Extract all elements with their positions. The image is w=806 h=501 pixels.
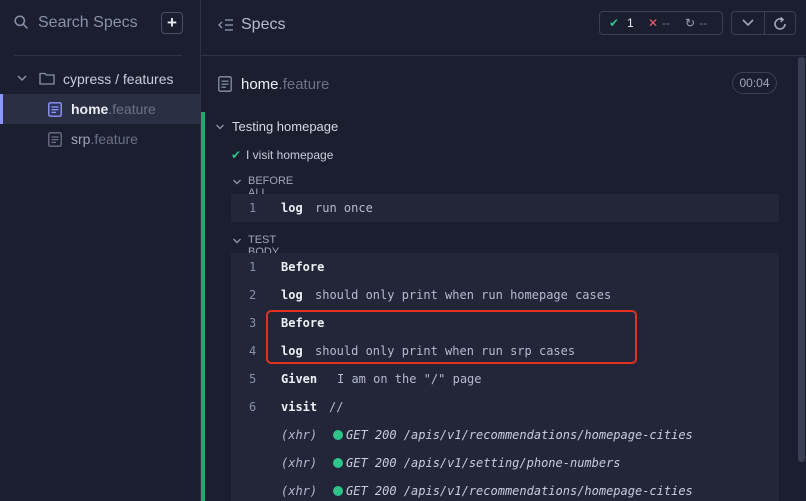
- status-dot-icon: [333, 458, 343, 468]
- folder-icon: [39, 72, 55, 85]
- command-row[interactable]: 5 Given I am on the "/" page: [231, 365, 779, 393]
- test-title[interactable]: I visit homepage: [246, 148, 333, 162]
- failed-count: --: [662, 16, 670, 30]
- sidebar-divider: [14, 55, 182, 56]
- command-name: log: [281, 201, 303, 215]
- command-number: 5: [249, 372, 257, 386]
- before-all-commands: 1 log run once: [231, 194, 779, 222]
- search-input[interactable]: [38, 12, 148, 34]
- command-number: 4: [249, 344, 257, 358]
- command-message: should only print when run homepage case…: [315, 288, 612, 302]
- add-spec-button[interactable]: +: [161, 12, 183, 34]
- spec-file-name: home.feature: [241, 76, 330, 93]
- command-number: 1: [249, 260, 257, 274]
- command-number: 6: [249, 400, 257, 414]
- pass-icon: ✔: [609, 16, 620, 30]
- command-number: 3: [249, 316, 257, 330]
- test-suite: Testing homepage ✔ I visit homepage BEFO…: [201, 112, 796, 501]
- reporter-header: Specs ✔ 1 ✕ -- ↻ --: [201, 0, 806, 56]
- control-divider: [764, 12, 765, 34]
- sidebar-spec-home[interactable]: home.feature: [0, 94, 200, 124]
- status-dot-icon: [333, 430, 343, 440]
- xhr-row[interactable]: (xhr) GET 200 /apis/v1/setting/phone-num…: [231, 449, 779, 477]
- command-message: I am on the "/" page: [337, 372, 482, 386]
- xhr-message: GET 200 /apis/v1/setting/phone-numbers: [346, 456, 621, 470]
- check-icon: ✔: [231, 148, 242, 162]
- passed-count: 1: [627, 16, 634, 30]
- search-icon: [14, 15, 28, 29]
- search-bar: +: [0, 0, 200, 48]
- document-icon: [48, 132, 62, 147]
- highlight-annotation: [266, 310, 637, 364]
- command-message: run once: [315, 201, 373, 215]
- page-title[interactable]: Specs: [241, 16, 285, 34]
- run-controls: [731, 11, 796, 35]
- suite-status-bar: [201, 112, 205, 501]
- xhr-row[interactable]: (xhr) GET 200 /apis/v1/recommendations/h…: [231, 421, 779, 449]
- sidebar-spec-srp[interactable]: srp.feature: [0, 124, 200, 154]
- folder-label: cypress / features: [63, 71, 174, 87]
- status-dot-icon: [333, 486, 343, 496]
- command-row[interactable]: 1 Before: [231, 253, 779, 281]
- chevron-down-icon: [233, 179, 241, 185]
- run-duration: 00:04: [732, 72, 777, 94]
- document-icon: [48, 102, 62, 117]
- reporter-panel: Specs ✔ 1 ✕ -- ↻ -- home.feature 00:04 T…: [201, 0, 806, 501]
- xhr-message: GET 200 /apis/v1/recommendations/homepag…: [346, 428, 693, 442]
- command-message: //: [329, 400, 344, 414]
- collapse-list-icon[interactable]: [218, 18, 234, 32]
- spec-filename: srp.feature: [71, 131, 138, 147]
- fail-icon: ✕: [648, 16, 659, 30]
- spec-filename: home.feature: [71, 101, 156, 117]
- xhr-label: (xhr): [281, 456, 318, 470]
- command-name: Before: [281, 260, 325, 274]
- refresh-icon[interactable]: [772, 16, 788, 32]
- command-name: Given: [281, 372, 318, 386]
- chevron-down-icon[interactable]: [740, 17, 756, 29]
- xhr-message: GET 200 /apis/v1/recommendations/homepag…: [346, 484, 693, 498]
- document-icon: [218, 76, 232, 92]
- scrollbar-thumb[interactable]: [798, 57, 805, 462]
- chevron-down-icon: [233, 238, 241, 244]
- suite-title[interactable]: Testing homepage: [232, 119, 338, 134]
- folder-cypress-features[interactable]: cypress / features: [0, 66, 200, 92]
- specs-sidebar: + cypress / features home.feature: [0, 0, 201, 501]
- test-stats: ✔ 1 ✕ -- ↻ --: [599, 11, 723, 35]
- command-name: log: [281, 288, 303, 302]
- chevron-down-icon[interactable]: [215, 122, 225, 132]
- pending-count: --: [699, 16, 707, 30]
- spec-file-header: home.feature 00:04: [201, 57, 806, 111]
- command-name: visit: [281, 400, 318, 414]
- chevron-down-icon: [17, 75, 27, 82]
- xhr-label: (xhr): [281, 484, 318, 498]
- test-body-commands: 1 Before 2 log should only print when ru…: [231, 253, 779, 501]
- command-number: 2: [249, 288, 257, 302]
- command-row[interactable]: 6 visit //: [231, 393, 779, 421]
- xhr-label: (xhr): [281, 428, 318, 442]
- command-row[interactable]: 2 log should only print when run homepag…: [231, 281, 779, 309]
- pending-icon: ↻: [685, 16, 696, 30]
- command-row[interactable]: 1 log run once: [231, 194, 779, 222]
- xhr-row[interactable]: (xhr) GET 200 /apis/v1/recommendations/h…: [231, 477, 779, 501]
- command-number: 1: [249, 201, 257, 215]
